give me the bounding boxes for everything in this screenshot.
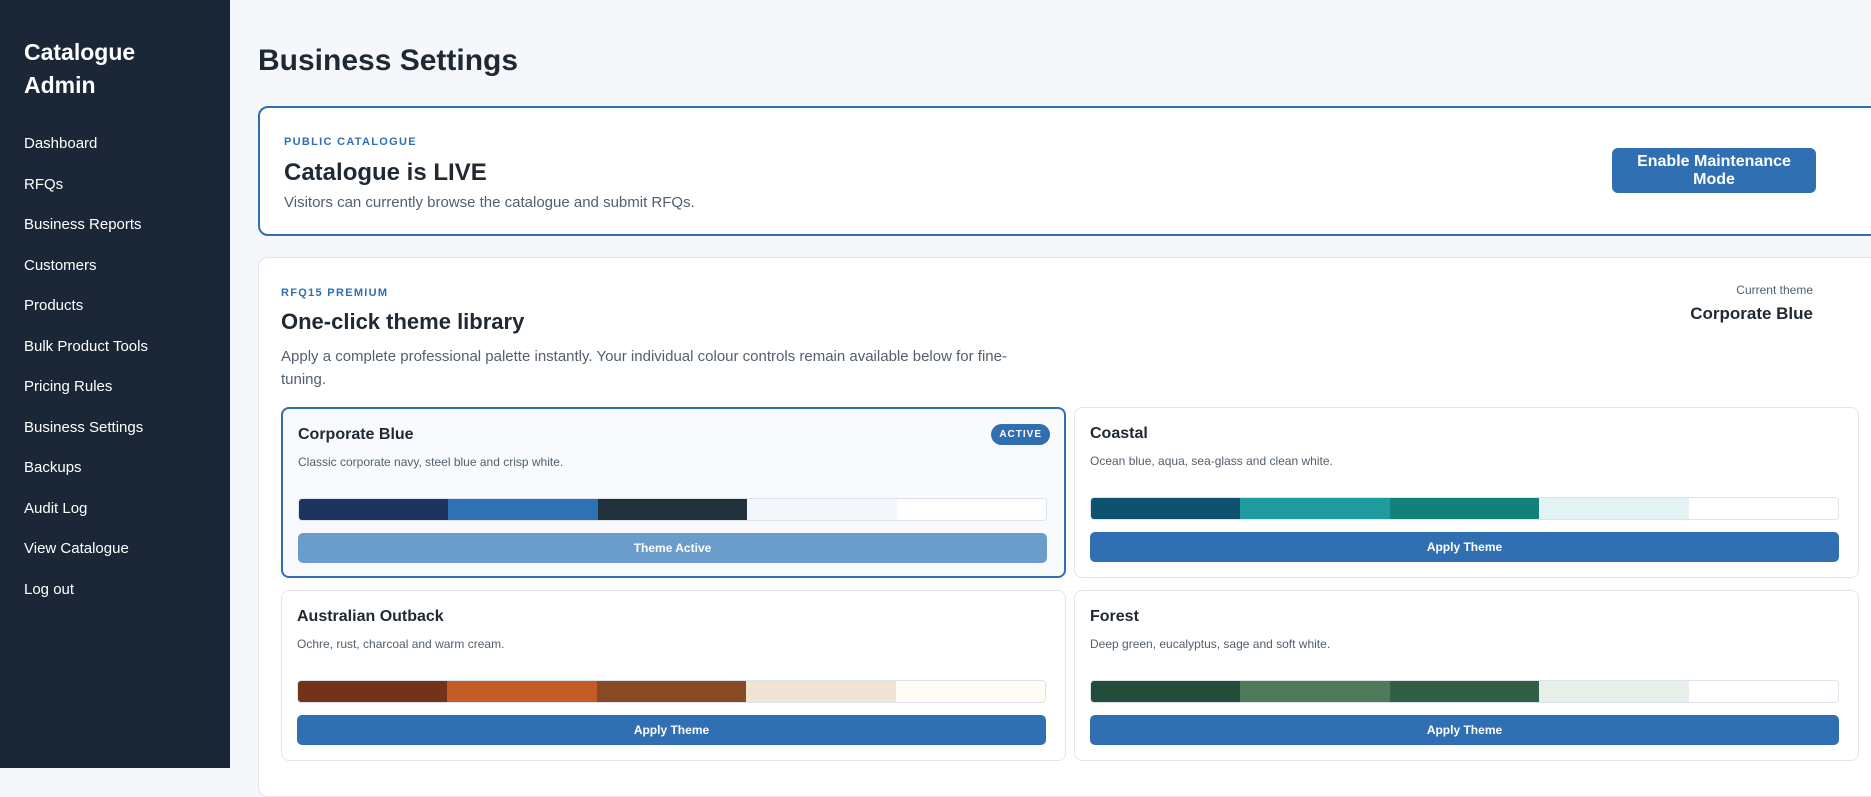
swatch bbox=[1688, 681, 1838, 702]
theme-card-australian-outback: Australian Outback Ochre, rust, charcoal… bbox=[281, 590, 1066, 761]
main-content: Business Settings PUBLIC CATALOGUE Catal… bbox=[258, 0, 1871, 797]
active-badge: ACTIVE bbox=[991, 424, 1050, 445]
theme-description: Classic corporate navy, steel blue and c… bbox=[298, 455, 564, 469]
nav-item-business-settings[interactable]: Business Settings bbox=[24, 408, 206, 449]
theme-name: Coastal bbox=[1090, 425, 1148, 442]
theme-card-coastal: Coastal Ocean blue, aqua, sea-glass and … bbox=[1074, 407, 1859, 578]
apply-theme-button[interactable]: Apply Theme bbox=[297, 715, 1046, 745]
theme-swatches bbox=[1090, 680, 1839, 703]
nav-item-audit-log[interactable]: Audit Log bbox=[24, 489, 206, 530]
catalogue-status-eyebrow: PUBLIC CATALOGUE bbox=[284, 136, 417, 148]
swatch bbox=[1240, 681, 1390, 702]
swatch bbox=[299, 499, 449, 520]
nav-item-rfqs[interactable]: RFQs bbox=[24, 165, 206, 206]
nav-item-log-out[interactable]: Log out bbox=[24, 570, 206, 611]
catalogue-status-card: PUBLIC CATALOGUE Catalogue is LIVE Visit… bbox=[258, 106, 1871, 236]
nav-item-bulk-product-tools[interactable]: Bulk Product Tools bbox=[24, 327, 206, 368]
swatch bbox=[747, 499, 897, 520]
apply-theme-button[interactable]: Apply Theme bbox=[1090, 715, 1839, 745]
current-theme-label: Current theme bbox=[1736, 283, 1813, 297]
swatch bbox=[895, 681, 1045, 702]
swatch bbox=[298, 681, 448, 702]
nav-item-view-catalogue[interactable]: View Catalogue bbox=[24, 529, 206, 570]
nav-item-pricing-rules[interactable]: Pricing Rules bbox=[24, 367, 206, 408]
swatch bbox=[448, 499, 598, 520]
theme-card-corporate-blue: Corporate Blue Classic corporate navy, s… bbox=[281, 407, 1066, 578]
theme-library-eyebrow: RFQ15 PREMIUM bbox=[281, 287, 389, 299]
swatch bbox=[1688, 498, 1838, 519]
enable-maintenance-mode-button[interactable]: Enable Maintenance Mode bbox=[1612, 148, 1816, 193]
swatch bbox=[447, 681, 597, 702]
theme-description: Deep green, eucalyptus, sage and soft wh… bbox=[1090, 637, 1331, 651]
theme-swatches bbox=[297, 680, 1046, 703]
swatch bbox=[1539, 498, 1689, 519]
swatch bbox=[597, 499, 748, 520]
theme-library-card: RFQ15 PREMIUM One-click theme library Ap… bbox=[258, 257, 1871, 797]
theme-name: Corporate Blue bbox=[298, 426, 414, 443]
page-title: Business Settings bbox=[258, 44, 519, 77]
swatch bbox=[1240, 498, 1390, 519]
swatch bbox=[1091, 498, 1241, 519]
nav-item-products[interactable]: Products bbox=[24, 286, 206, 327]
nav-item-business-reports[interactable]: Business Reports bbox=[24, 205, 206, 246]
theme-description: Ochre, rust, charcoal and warm cream. bbox=[297, 637, 505, 651]
current-theme-value: Corporate Blue bbox=[1690, 304, 1813, 323]
swatch bbox=[1091, 681, 1241, 702]
nav-item-dashboard[interactable]: Dashboard bbox=[24, 124, 206, 165]
swatch bbox=[1389, 498, 1540, 519]
swatch bbox=[1539, 681, 1689, 702]
catalogue-status-title: Catalogue is LIVE bbox=[284, 159, 487, 186]
apply-theme-button[interactable]: Apply Theme bbox=[1090, 532, 1839, 562]
sidebar: Catalogue Admin Dashboard RFQs Business … bbox=[0, 0, 230, 768]
theme-name: Australian Outback bbox=[297, 608, 444, 625]
theme-swatches bbox=[1090, 497, 1839, 520]
catalogue-status-description: Visitors can currently browse the catalo… bbox=[284, 194, 695, 211]
swatch bbox=[746, 681, 896, 702]
swatch bbox=[1389, 681, 1540, 702]
theme-library-description: Apply a complete professional palette in… bbox=[281, 348, 1007, 388]
theme-description: Ocean blue, aqua, sea-glass and clean wh… bbox=[1090, 454, 1333, 468]
theme-card-forest: Forest Deep green, eucalyptus, sage and … bbox=[1074, 590, 1859, 761]
brand-title: Catalogue Admin bbox=[24, 39, 136, 98]
swatch bbox=[596, 681, 747, 702]
swatch bbox=[896, 499, 1046, 520]
theme-active-button: Theme Active bbox=[298, 533, 1047, 563]
theme-library-title: One-click theme library bbox=[281, 309, 525, 334]
nav-item-customers[interactable]: Customers bbox=[24, 246, 206, 287]
theme-name: Forest bbox=[1090, 608, 1139, 625]
theme-swatches bbox=[298, 498, 1047, 521]
nav-item-backups[interactable]: Backups bbox=[24, 448, 206, 489]
